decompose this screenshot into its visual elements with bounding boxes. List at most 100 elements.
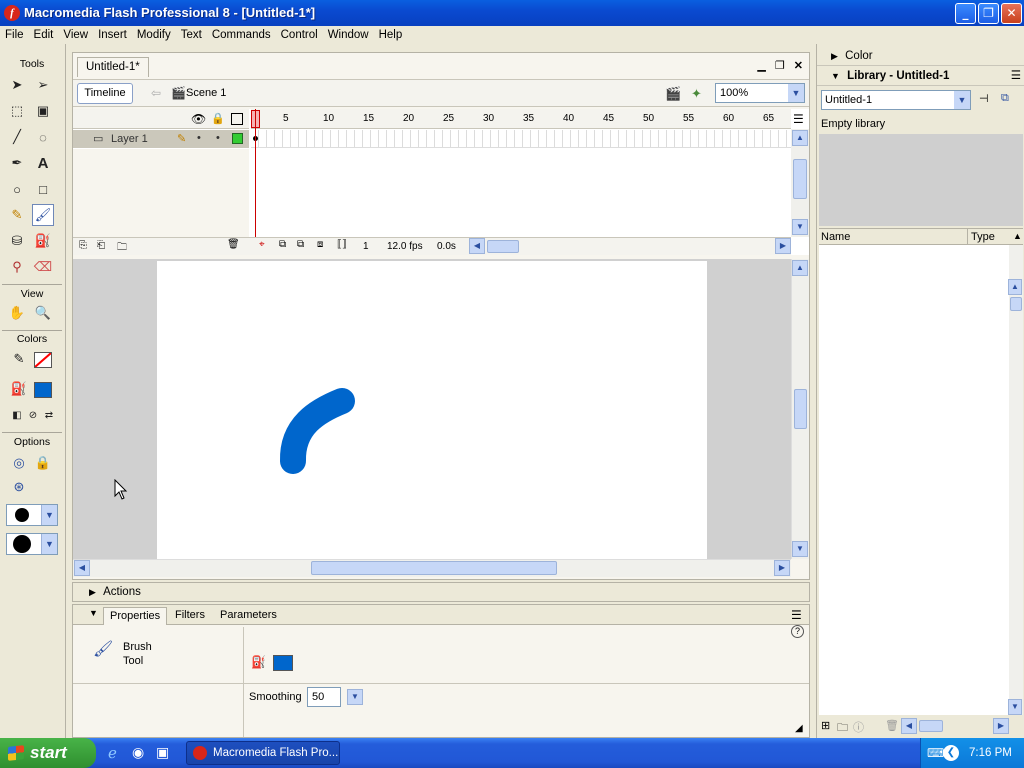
- start-button[interactable]: start: [0, 738, 96, 768]
- lock-icon[interactable]: 🔒: [211, 112, 225, 125]
- scroll-up-icon[interactable]: ▲: [792, 260, 808, 276]
- stage-vertical-scrollbar[interactable]: ▲ ▼: [791, 259, 809, 559]
- menu-file[interactable]: File: [0, 26, 29, 44]
- edit-multiple-frames-icon[interactable]: ⧈: [317, 239, 323, 250]
- color-panel-header[interactable]: ▶ Color: [817, 46, 1024, 66]
- brush-tool-icon[interactable]: 🖌: [32, 204, 54, 226]
- ink-bottle-tool-icon[interactable]: ⛁: [6, 230, 28, 252]
- text-tool-icon[interactable]: A: [32, 152, 54, 174]
- library-panel-header[interactable]: ▼ Library - Untitled-1 ☰: [817, 66, 1024, 86]
- doc-close-icon[interactable]: ✕: [794, 60, 803, 72]
- doc-minimize-icon[interactable]: ▁: [757, 60, 765, 72]
- layer-name[interactable]: Layer 1: [111, 133, 148, 145]
- zoom-tool-icon[interactable]: 🔍: [32, 302, 54, 324]
- insert-layer-icon[interactable]: ⎘: [79, 240, 87, 251]
- menu-modify[interactable]: Modify: [132, 26, 176, 44]
- ie-icon[interactable]: ℯ: [108, 744, 117, 762]
- explorer-icon[interactable]: ◉: [132, 744, 144, 761]
- keyboard-icon[interactable]: ⌨: [927, 738, 944, 768]
- scroll-left-icon[interactable]: ◀: [901, 718, 917, 734]
- menu-edit[interactable]: Edit: [29, 26, 59, 44]
- brush-size-dropdown[interactable]: ▼: [6, 504, 58, 526]
- minimize-button[interactable]: _: [955, 3, 976, 24]
- scroll-left-icon[interactable]: ◀: [469, 238, 485, 254]
- document-tab[interactable]: Untitled-1*: [77, 57, 149, 77]
- properties-icon[interactable]: ⓘ: [853, 719, 864, 735]
- stage-canvas[interactable]: [157, 261, 707, 559]
- frame-ruler[interactable]: 1 5 10 15 20 25 30 35 40 45 50 55 60 65: [251, 109, 791, 129]
- close-button[interactable]: ✕: [1001, 3, 1022, 24]
- library-vertical-scrollbar[interactable]: ▲ ▼: [1008, 245, 1023, 715]
- sort-icon[interactable]: ▲: [1013, 231, 1022, 241]
- free-transform-tool-icon[interactable]: ⬚: [6, 100, 28, 122]
- scene-label[interactable]: Scene 1: [186, 87, 226, 99]
- media-player-icon[interactable]: ▣: [156, 744, 169, 761]
- taskbar-app-flash[interactable]: Macromedia Flash Pro...: [186, 741, 340, 765]
- hand-tool-icon[interactable]: ✋: [6, 302, 28, 324]
- new-library-panel-icon[interactable]: ⧉: [1001, 92, 1009, 105]
- layer-visible-dot[interactable]: •: [197, 132, 201, 144]
- menu-view[interactable]: View: [58, 26, 93, 44]
- menu-help[interactable]: Help: [374, 26, 408, 44]
- tray-expand-icon[interactable]: ❮: [943, 745, 959, 761]
- add-guide-layer-icon[interactable]: ⎗: [97, 240, 105, 251]
- line-tool-icon[interactable]: ╱: [6, 126, 28, 148]
- frame-rate[interactable]: 12.0 fps: [387, 241, 423, 252]
- clock[interactable]: 7:16 PM: [969, 738, 1012, 768]
- tab-parameters[interactable]: Parameters: [214, 607, 283, 625]
- brush-shape-dropdown[interactable]: ▼: [6, 533, 58, 555]
- edit-scene-icon[interactable]: 🎬: [665, 86, 681, 102]
- rectangle-tool-icon[interactable]: □: [32, 178, 54, 200]
- library-list[interactable]: [819, 245, 1009, 715]
- scroll-thumb[interactable]: [1010, 297, 1022, 311]
- layer-outline-color[interactable]: [232, 133, 243, 144]
- layer-row[interactable]: ▭ Layer 1 ✎ • •: [73, 130, 249, 148]
- zoom-dropdown[interactable]: 100% ▼: [715, 83, 805, 103]
- layer-lock-dot[interactable]: •: [216, 132, 220, 144]
- pressure-icon[interactable]: ⊛: [8, 476, 30, 498]
- onion-skin-icon[interactable]: ⧉: [279, 239, 286, 250]
- menu-window[interactable]: Window: [323, 26, 374, 44]
- stage-horizontal-scrollbar[interactable]: ◀ ▶: [73, 559, 791, 577]
- insert-folder-icon[interactable]: 🗀: [117, 240, 127, 257]
- new-symbol-icon[interactable]: ⊞: [821, 719, 830, 732]
- delete-layer-icon[interactable]: 🗑: [227, 239, 240, 250]
- fill-color-swatch[interactable]: [34, 382, 52, 398]
- menu-insert[interactable]: Insert: [93, 26, 132, 44]
- help-icon[interactable]: ?: [791, 625, 804, 638]
- pin-library-icon[interactable]: ⊣: [979, 92, 989, 105]
- brush-mode-icon[interactable]: ◎: [8, 452, 30, 474]
- panel-menu-icon[interactable]: ☰: [1011, 66, 1021, 86]
- tab-properties[interactable]: Properties: [103, 607, 168, 625]
- center-frame-icon[interactable]: ⌖: [259, 239, 265, 250]
- lasso-tool-icon[interactable]: ◌: [32, 126, 54, 148]
- frame-scroll-thumb[interactable]: [487, 240, 519, 253]
- collapse-arrow-icon[interactable]: ▼: [89, 608, 98, 618]
- delete-icon[interactable]: 🗑: [885, 719, 899, 732]
- scroll-down-icon[interactable]: ▼: [792, 219, 808, 235]
- oval-tool-icon[interactable]: ○: [6, 178, 28, 200]
- stroke-color-swatch[interactable]: [34, 352, 52, 368]
- scroll-up-icon[interactable]: ▲: [792, 130, 808, 146]
- timeline-toggle-button[interactable]: Timeline: [77, 83, 133, 104]
- selection-tool-icon[interactable]: ➤: [6, 74, 28, 96]
- outline-icon[interactable]: [231, 113, 243, 125]
- back-arrow-icon[interactable]: ⇦: [151, 86, 161, 100]
- scroll-thumb[interactable]: [311, 561, 557, 575]
- doc-restore-icon[interactable]: ❐: [775, 60, 785, 72]
- brush-stroke[interactable]: [157, 261, 707, 559]
- column-type[interactable]: Type: [971, 231, 995, 243]
- paint-bucket-tool-icon[interactable]: ⛽: [32, 230, 54, 252]
- resize-grip-icon[interactable]: ◢: [795, 723, 803, 734]
- fill-color-swatch[interactable]: [273, 655, 293, 671]
- subselection-tool-icon[interactable]: ➢: [32, 74, 54, 96]
- eyedropper-tool-icon[interactable]: ⚲: [6, 256, 28, 278]
- new-folder-icon[interactable]: 🗀: [837, 719, 848, 738]
- menu-commands[interactable]: Commands: [207, 26, 276, 44]
- edit-symbol-icon[interactable]: ✦: [691, 86, 702, 102]
- scroll-thumb[interactable]: [793, 159, 807, 199]
- smoothing-input[interactable]: 50: [307, 687, 341, 707]
- tab-filters[interactable]: Filters: [169, 607, 211, 625]
- column-name[interactable]: Name: [821, 231, 850, 243]
- scroll-right-icon[interactable]: ▶: [774, 560, 790, 576]
